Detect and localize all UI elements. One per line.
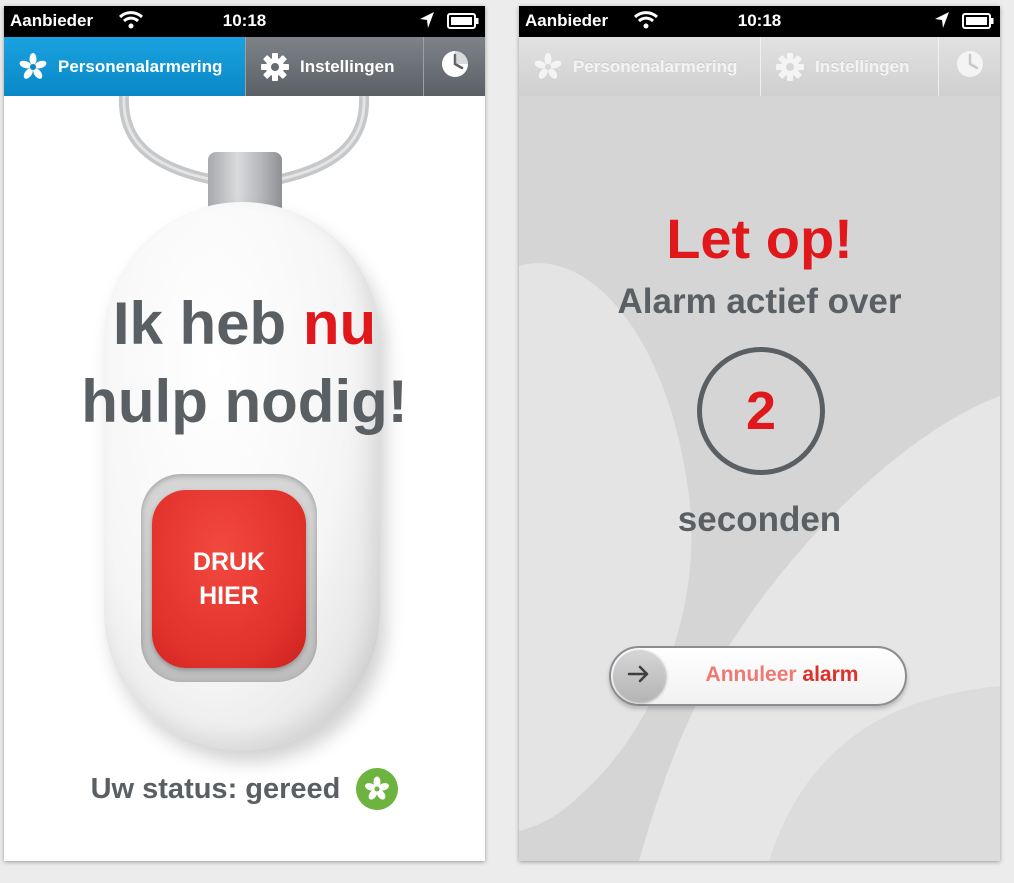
countdown-circle: 2 bbox=[697, 347, 825, 475]
tab-instellingen-label: Instellingen bbox=[300, 56, 395, 76]
battery-icon bbox=[447, 13, 479, 34]
button-label-line-2: HIER bbox=[199, 582, 259, 610]
cancel-label-part-2: alarm bbox=[802, 663, 859, 686]
clock-icon bbox=[440, 49, 470, 84]
tab-bar: Personenalarmering Instellingen bbox=[519, 37, 1000, 96]
location-arrow-icon bbox=[419, 11, 435, 34]
battery-icon bbox=[962, 13, 994, 34]
arrow-right-icon bbox=[627, 665, 651, 688]
flower-logo-icon bbox=[533, 52, 563, 82]
clock-time: 10:18 bbox=[222, 11, 267, 30]
druk-hier-button[interactable]: DRUK HIER bbox=[152, 490, 306, 668]
warning-subtitle: Alarm actief over bbox=[617, 282, 902, 321]
tab-instellingen[interactable]: Instellingen bbox=[761, 37, 939, 96]
tab-personenalarmering[interactable]: Personenalarmering bbox=[519, 37, 761, 96]
tab-instellingen-label: Instellingen bbox=[815, 56, 910, 76]
tab-history[interactable] bbox=[939, 37, 1000, 96]
tab-personenalarmering[interactable]: Personenalarmering bbox=[4, 37, 246, 96]
button-label-line-1: DRUK bbox=[192, 548, 266, 576]
clock-icon bbox=[955, 49, 985, 84]
cancel-label-part-1: Annuleer bbox=[705, 663, 803, 686]
countdown-screen: Aanbieder 10:18 Personenalarmering Inste… bbox=[519, 6, 1000, 861]
tab-personenalarmering-label: Personenalarmering bbox=[573, 56, 738, 76]
headline-text-1: Ik heb bbox=[112, 290, 303, 357]
status-line: Uw status: gereed bbox=[4, 768, 485, 810]
warning-title: Let op! bbox=[666, 207, 853, 270]
status-bar: Aanbieder 10:18 bbox=[519, 6, 1000, 37]
headline-emphasis: nu bbox=[302, 290, 377, 357]
gear-icon bbox=[260, 52, 290, 82]
status-text: Uw status: gereed bbox=[90, 772, 341, 805]
headline-line-1: Ik heb nu bbox=[4, 286, 485, 362]
cancel-alarm-label: Annuleer alarm bbox=[673, 663, 891, 687]
location-arrow-icon bbox=[934, 11, 950, 34]
status-bar: Aanbieder 10:18 bbox=[4, 6, 485, 37]
countdown-number: 2 bbox=[745, 381, 777, 441]
headline-line-2: hulp nodig! bbox=[81, 368, 408, 435]
gear-icon bbox=[775, 52, 805, 82]
flower-logo-icon bbox=[18, 52, 48, 82]
flower-logo-icon bbox=[356, 768, 399, 810]
cancel-alarm-slider[interactable]: Annuleer alarm bbox=[609, 646, 907, 706]
tab-personenalarmering-label: Personenalarmering bbox=[58, 56, 223, 76]
tab-instellingen[interactable]: Instellingen bbox=[246, 37, 424, 96]
tab-history[interactable] bbox=[424, 37, 485, 96]
countdown-unit: seconden bbox=[677, 500, 842, 539]
slider-handle[interactable] bbox=[613, 650, 665, 702]
alarm-screen: Aanbieder 10:18 Personenalarmering Inste… bbox=[4, 6, 485, 861]
tab-bar: Personenalarmering Instellingen bbox=[4, 37, 485, 96]
clock-time: 10:18 bbox=[737, 11, 782, 30]
